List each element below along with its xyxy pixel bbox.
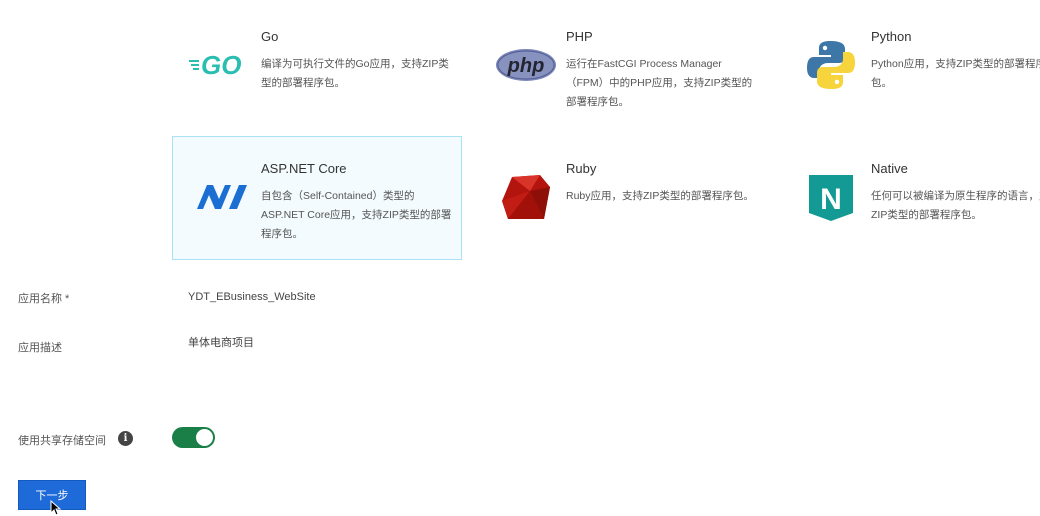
app-name-field[interactable]: YDT_EBusiness_WebSite (188, 291, 316, 303)
runtime-name: Python (871, 29, 912, 44)
dotnet-logo-icon (189, 165, 253, 229)
svg-text:GO: GO (201, 50, 241, 80)
runtime-desc: 任何可以被编译为原生程序的语言，支持ZIP类型的部署程序包。 (871, 190, 1040, 221)
svg-text:php: php (507, 55, 545, 77)
runtime-name: PHP (566, 29, 593, 44)
svg-text:N: N (820, 183, 842, 216)
runtime-desc: 运行在FastCGI Process Manager（FPM）中的PHP应用，支… (566, 58, 753, 108)
info-icon[interactable]: i (118, 431, 133, 446)
app-name-label: 应用名称 * (18, 293, 70, 305)
python-logo-icon (799, 33, 863, 97)
runtime-card-ruby[interactable]: Ruby Ruby应用，支持ZIP类型的部署程序包。 (477, 136, 767, 260)
runtime-name: ASP.NET Core (261, 161, 347, 176)
app-desc-label: 应用描述 (18, 342, 62, 354)
runtime-card-python[interactable]: Python Python应用，支持ZIP类型的部署程序包。 (782, 4, 1040, 128)
shared-storage-label: 使用共享存储空间 (18, 435, 106, 447)
toggle-knob (196, 429, 213, 446)
shared-storage-toggle[interactable] (172, 427, 215, 448)
ruby-logo-icon (494, 165, 558, 229)
runtime-desc: 自包含（Self-Contained）类型的ASP.NET Core应用，支持Z… (261, 190, 452, 240)
runtime-card-go[interactable]: GO Go 编译为可执行文件的Go应用，支持ZIP类型的部署程序包。 (172, 4, 462, 128)
create-app-page: GO Go 编译为可执行文件的Go应用，支持ZIP类型的部署程序包。 php P… (0, 0, 1040, 516)
runtime-name: Ruby (566, 161, 597, 176)
runtime-desc: 编译为可执行文件的Go应用，支持ZIP类型的部署程序包。 (261, 58, 449, 89)
runtime-name: Go (261, 29, 279, 44)
php-logo-icon: php (494, 33, 558, 97)
go-logo-icon: GO (189, 33, 253, 97)
app-desc-field[interactable]: 单体电商项目 (188, 334, 254, 350)
runtime-card-native[interactable]: N Native 任何可以被编译为原生程序的语言，支持ZIP类型的部署程序包。 (782, 136, 1040, 260)
runtime-card-aspnet-core[interactable]: ASP.NET Core 自包含（Self-Contained）类型的ASP.N… (172, 136, 462, 260)
runtime-card-php[interactable]: php PHP 运行在FastCGI Process Manager（FPM）中… (477, 4, 767, 128)
native-logo-icon: N (799, 165, 863, 229)
runtime-name: Native (871, 161, 908, 176)
runtime-desc: Python应用，支持ZIP类型的部署程序包。 (871, 58, 1040, 89)
runtime-desc: Ruby应用，支持ZIP类型的部署程序包。 (566, 190, 754, 202)
mouse-cursor-icon (50, 500, 62, 516)
